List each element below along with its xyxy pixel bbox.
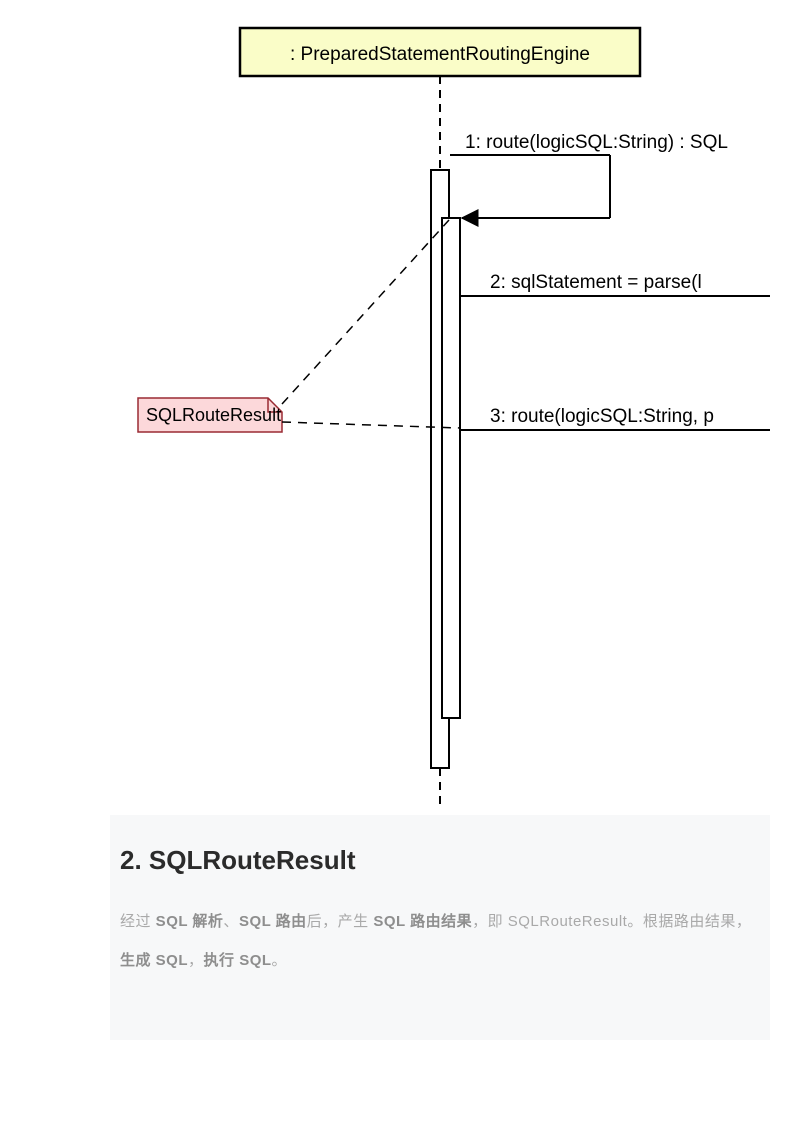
section-paragraph: 经过 SQL 解析、SQL 路由后，产生 SQL 路由结果，即 SQLRoute…	[120, 902, 760, 980]
note-label: SQLRouteResult	[146, 405, 281, 425]
bold: SQL 路由结果	[369, 913, 472, 930]
participant-label: : PreparedStatementRoutingEngine	[290, 44, 590, 65]
sequence-diagram: : PreparedStatementRoutingEngine 1: rout…	[110, 0, 770, 815]
section-sqlrouteresult: 2. SQLRouteResult 经过 SQL 解析、SQL 路由后，产生 S…	[110, 845, 770, 980]
msg1-label: 1: route(logicSQL:String) : SQL	[465, 132, 728, 153]
msg2-label: 2: sqlStatement = parse(l	[490, 272, 702, 293]
section-heading: 2. SQLRouteResult	[120, 845, 760, 876]
bold: SQL 解析	[151, 913, 223, 930]
note-link-up	[282, 220, 449, 404]
msg3-label: 3: route(logicSQL:String, p	[490, 406, 714, 427]
bold: 执行 SQL	[204, 952, 272, 969]
text: 、	[223, 913, 239, 930]
bold: SQL 路由	[239, 913, 307, 930]
note-sqlrouteresult: SQLRouteResult	[138, 398, 282, 432]
text: ，即 SQLRouteResult。根据路由结果，	[472, 913, 751, 930]
text: 经过	[120, 913, 151, 930]
bold: 生成 SQL	[120, 952, 188, 969]
activation-bar-inner	[442, 218, 460, 718]
text: 。	[272, 952, 288, 969]
text: 后，产生	[307, 913, 369, 930]
text: ，	[188, 952, 204, 969]
